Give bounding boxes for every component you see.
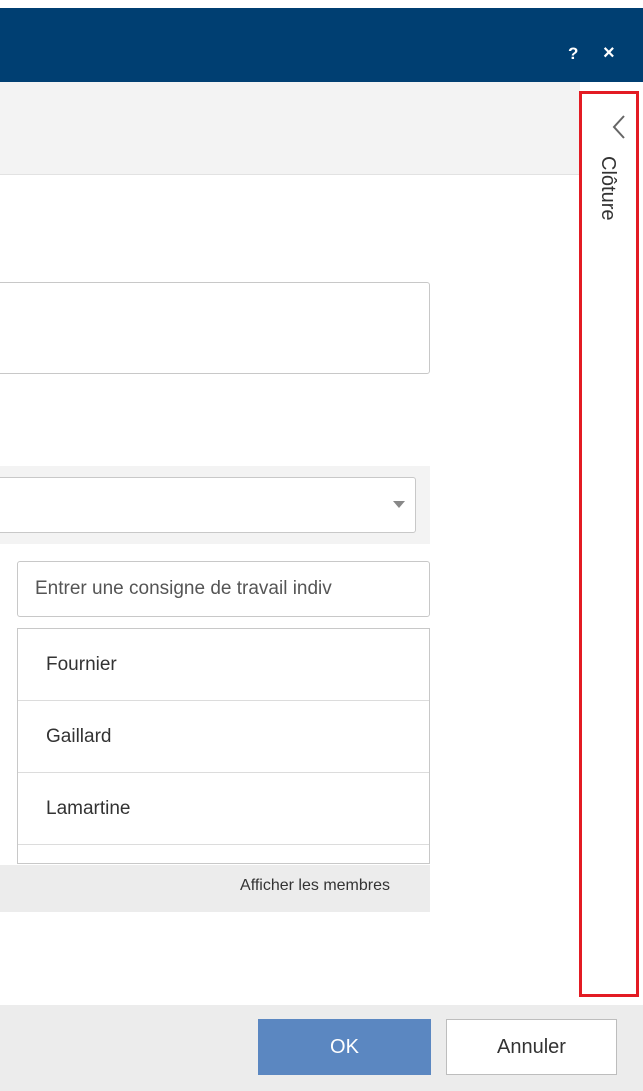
- show-members-link[interactable]: Afficher les membres: [240, 877, 390, 895]
- members-footer: Afficher les membres: [0, 865, 430, 912]
- chevron-left-icon[interactable]: [608, 112, 630, 142]
- dropdown-select[interactable]: [0, 477, 416, 533]
- cancel-button[interactable]: Annuler: [446, 1019, 617, 1075]
- chevron-down-icon[interactable]: [393, 501, 405, 508]
- side-panel-closure[interactable]: Clôture: [579, 91, 639, 997]
- help-button[interactable]: ?: [568, 44, 578, 64]
- ok-button[interactable]: OK: [258, 1019, 431, 1075]
- list-item[interactable]: Gaillard: [18, 701, 429, 773]
- dialog-titlebar: ? ×: [0, 8, 643, 82]
- close-button[interactable]: ×: [603, 42, 615, 64]
- side-panel-label: Clôture: [597, 156, 619, 221]
- list-item[interactable]: [18, 845, 429, 863]
- members-list: Fournier Gaillard Lamartine: [17, 628, 430, 864]
- toolbar-strip: [0, 82, 580, 175]
- instruction-input[interactable]: [17, 561, 430, 617]
- text-field[interactable]: [0, 282, 430, 374]
- list-item[interactable]: Lamartine: [18, 773, 429, 845]
- list-item[interactable]: Fournier: [18, 629, 429, 701]
